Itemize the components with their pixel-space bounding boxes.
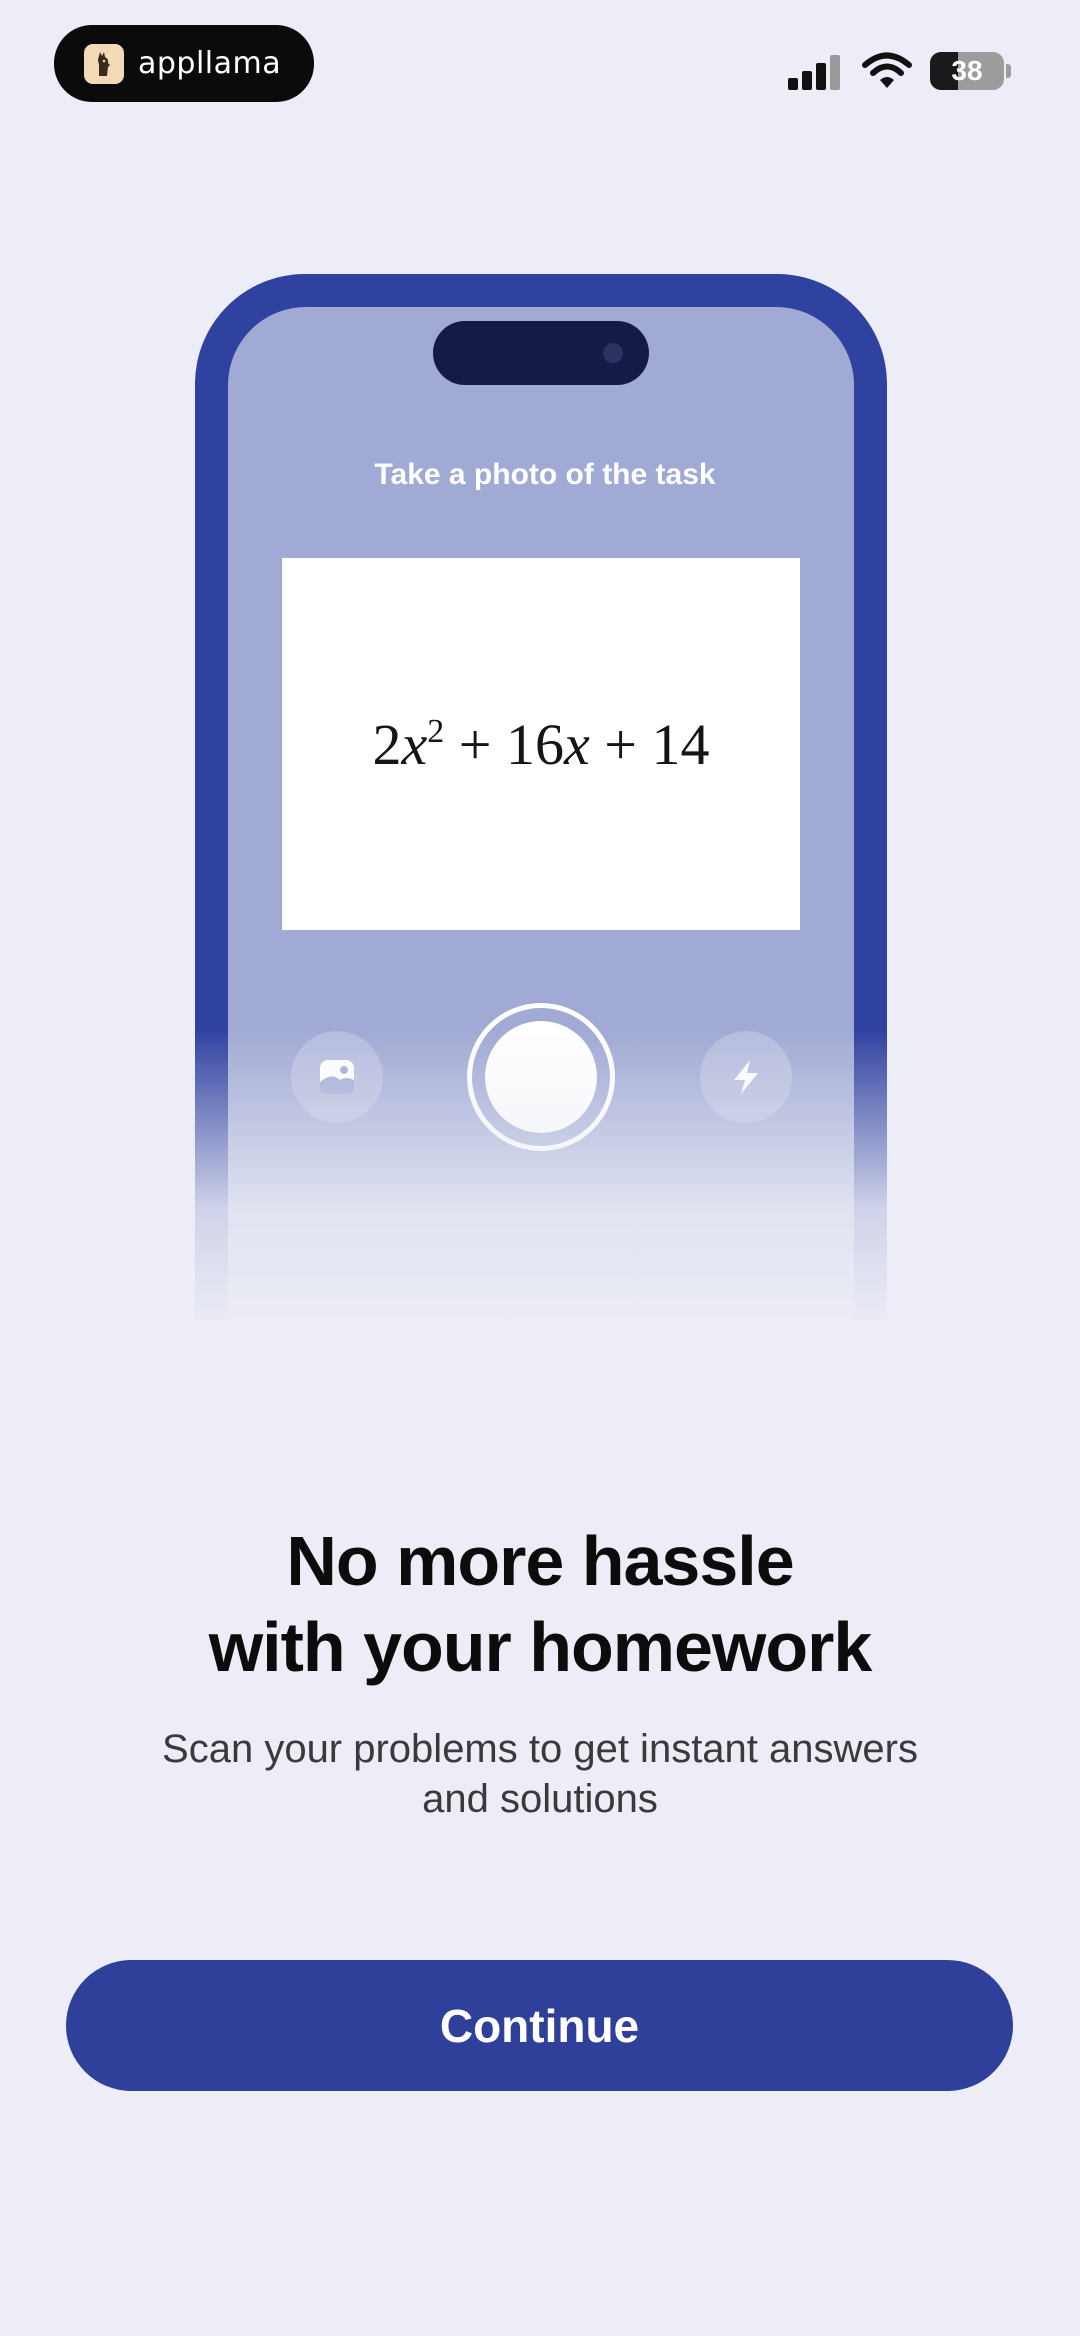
equation-op1: + (458, 711, 492, 777)
headline: No more hassle with your homework (0, 1518, 1080, 1690)
headline-line-2: with your homework (208, 1608, 873, 1686)
equation-op2: + (604, 711, 637, 777)
subtitle-line-1: Scan your problems to get instant answer… (162, 1727, 918, 1771)
equation-var1: x (401, 711, 428, 777)
photo-prompt: Take a photo of the task (374, 458, 716, 491)
equation-coef2: 16 (506, 711, 564, 777)
equation-coef1: 2 (372, 711, 402, 777)
equation: 2x2 + 16x + 14 (373, 711, 710, 778)
subtitle-line-2: and solutions (422, 1777, 658, 1821)
task-preview-card: 2x2 + 16x + 14 (282, 558, 800, 930)
equation-exponent: 2 (427, 712, 445, 750)
headline-line-1: No more hassle (286, 1522, 794, 1600)
equation-const: 14 (651, 711, 710, 777)
bottom-fade (0, 1030, 1080, 1320)
equation-var2: x (564, 711, 590, 777)
camera-lens-icon (603, 343, 623, 363)
subtitle: Scan your problems to get instant answer… (80, 1724, 1000, 1824)
dynamic-island (433, 321, 649, 385)
continue-button[interactable]: Continue (66, 1960, 1013, 2091)
phone-illustration: Take a photo of the task 2x2 + 16x + 14 (0, 0, 1080, 1320)
